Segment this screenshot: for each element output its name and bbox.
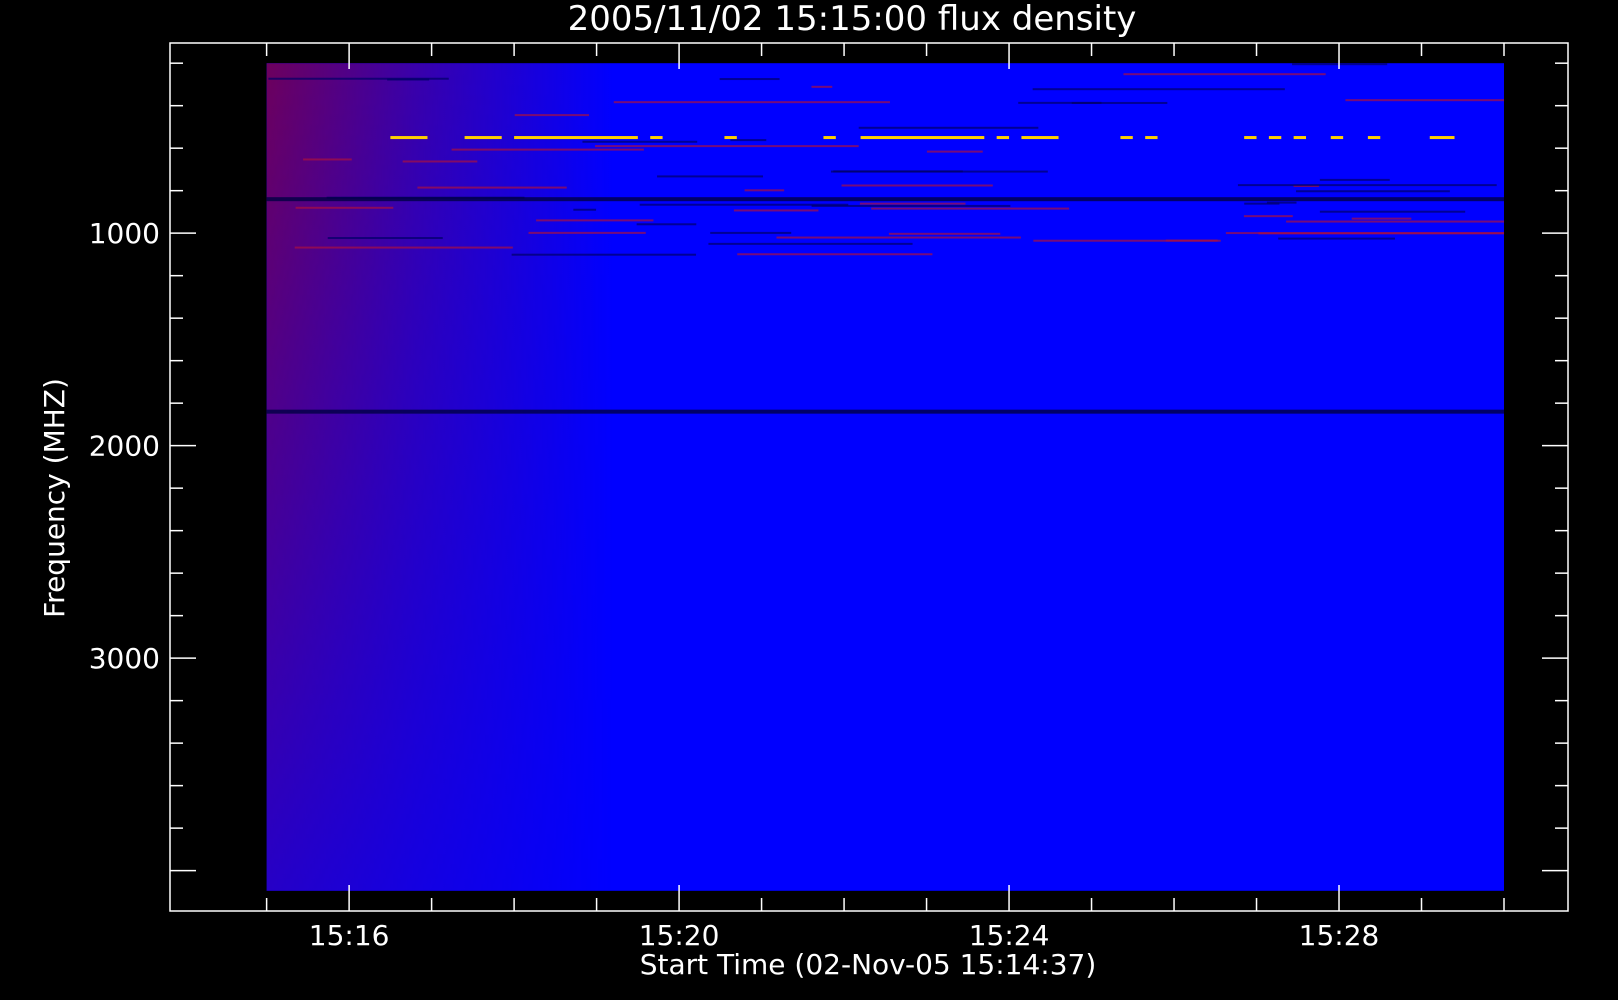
texture-streak — [387, 78, 430, 81]
spectrogram-chart: 2005/11/02 15:15:00 flux density 15:16 15… — [0, 0, 1618, 1000]
texture-streak — [451, 148, 644, 151]
bright-line-segment — [860, 136, 985, 140]
texture-streak — [294, 246, 513, 249]
texture-streak — [1319, 210, 1466, 213]
texture-streak — [582, 140, 698, 143]
texture-streak — [1266, 201, 1297, 204]
texture-streak — [730, 139, 767, 142]
texture-streak — [327, 237, 443, 240]
y-tick-label: 2000 — [89, 430, 160, 463]
texture-streak — [710, 231, 792, 234]
texture-streak — [733, 209, 819, 212]
bright-line-segment — [1120, 136, 1133, 140]
texture-streak — [613, 101, 890, 104]
texture-streak — [511, 253, 697, 256]
texture-streak — [639, 203, 849, 206]
texture-streak — [1351, 217, 1412, 220]
x-axis-label: Start Time (02-Nov-05 15:14:37) — [640, 948, 1097, 981]
texture-streak — [719, 78, 780, 81]
texture-streak — [871, 207, 1070, 210]
bright-line-segment — [390, 136, 428, 140]
texture-streak — [776, 236, 1021, 239]
texture-streak — [657, 175, 764, 178]
texture-streak — [1225, 232, 1504, 235]
texture-streak — [528, 231, 646, 234]
texture-streak — [830, 170, 1048, 173]
chart-title: 2005/11/02 15:15:00 flux density — [568, 0, 1137, 39]
texture-streak — [536, 219, 654, 222]
bright-line-segment — [1330, 136, 1344, 140]
dark-band — [266, 197, 1505, 202]
texture-streak — [1278, 237, 1395, 240]
bright-line-segment — [514, 136, 638, 140]
texture-streak — [1123, 73, 1326, 76]
bright-line-segment — [1244, 136, 1257, 140]
texture-streak — [514, 114, 590, 117]
y-tick-label: 1000 — [89, 217, 160, 250]
bright-line-segment — [1429, 136, 1455, 140]
bright-line-segment — [724, 136, 737, 140]
texture-streak — [595, 145, 859, 148]
texture-streak — [303, 158, 352, 161]
texture-streak — [1237, 184, 1497, 187]
bright-line-segment — [464, 136, 502, 140]
texture-streak — [737, 253, 933, 256]
bright-line-segment — [1367, 136, 1381, 140]
texture-streak — [841, 184, 993, 187]
texture-streak — [1018, 101, 1102, 104]
texture-streak — [295, 206, 394, 209]
bright-line-segment — [1268, 136, 1282, 140]
bright-line-segment — [1145, 136, 1158, 140]
texture-streak — [1286, 220, 1504, 223]
bright-line-segment — [650, 136, 663, 140]
texture-streak — [636, 223, 697, 226]
texture-streak — [1243, 215, 1293, 218]
texture-streak — [1033, 239, 1221, 242]
texture-streak — [811, 85, 833, 88]
texture-streak — [1032, 88, 1285, 91]
bright-line-segment — [823, 136, 836, 140]
x-tick-label: 15:16 — [309, 919, 390, 952]
texture-streak — [744, 189, 785, 192]
texture-streak — [858, 126, 1039, 129]
bright-line-segment — [996, 136, 1010, 140]
texture-streak — [708, 242, 913, 245]
dark-band — [266, 409, 1505, 414]
y-axis-label: Frequency (MHZ) — [38, 378, 71, 618]
texture-streak — [888, 232, 1001, 235]
heatmap-plot — [266, 63, 1505, 891]
y-tick-label: 3000 — [89, 642, 160, 675]
texture-streak — [573, 208, 597, 211]
texture-streak — [926, 150, 983, 153]
bright-line-segment — [1021, 136, 1059, 140]
bright-line-segment — [1293, 136, 1307, 140]
texture-streak — [1296, 190, 1450, 193]
texture-streak — [859, 202, 966, 205]
texture-streak — [402, 160, 478, 163]
x-tick-label: 15:28 — [1299, 919, 1380, 952]
texture-streak — [1319, 178, 1390, 181]
texture-streak — [417, 186, 567, 189]
texture-streak — [1345, 99, 1504, 102]
